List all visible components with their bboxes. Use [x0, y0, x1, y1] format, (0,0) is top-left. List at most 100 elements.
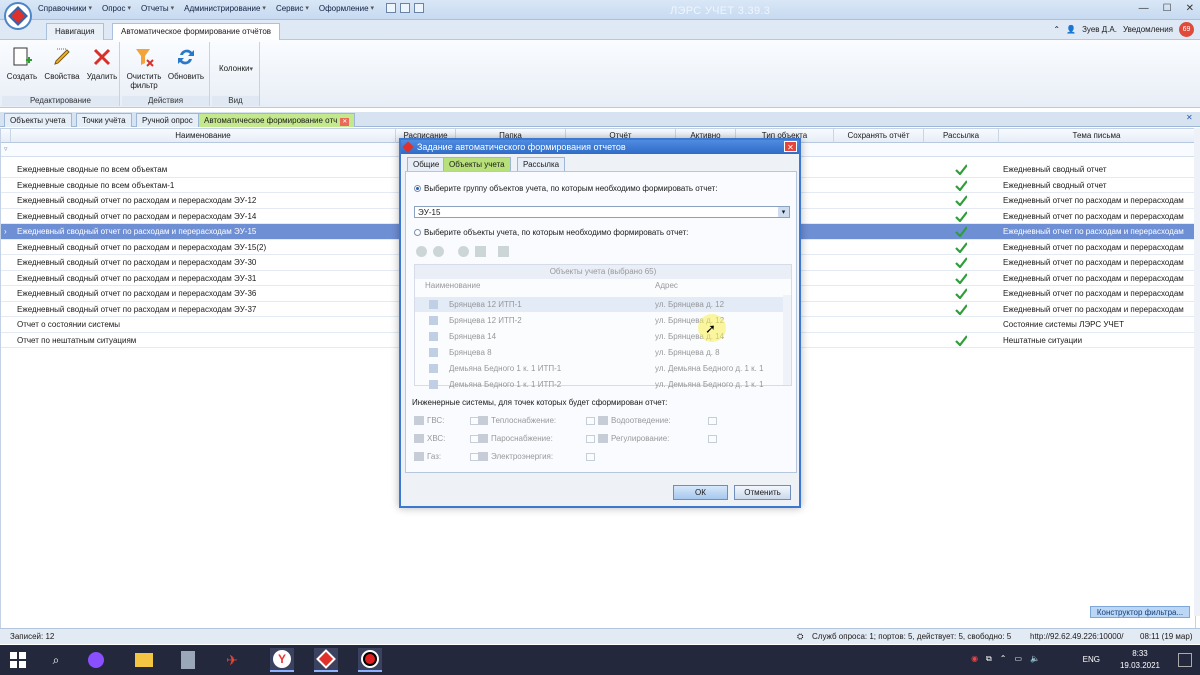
columns-button[interactable]: Колонки: [214, 64, 258, 74]
tab-objects[interactable]: Объекты учета: [4, 113, 72, 127]
delete-button[interactable]: Удалить: [82, 46, 122, 81]
notifications-label[interactable]: Уведомления: [1123, 25, 1173, 34]
print-icon[interactable]: [400, 3, 411, 13]
windows-start-icon[interactable]: [6, 648, 30, 672]
dialog-tab-general[interactable]: Общие: [407, 157, 446, 171]
add-icon[interactable]: [416, 246, 427, 257]
record-icon[interactable]: [358, 648, 382, 672]
menu-item[interactable]: Справочники: [38, 3, 92, 13]
eng-system-item[interactable]: ХВС:: [414, 434, 479, 443]
select-icon[interactable]: [458, 246, 469, 257]
language-indicator[interactable]: ENG: [1083, 655, 1100, 664]
objects-scrollbar[interactable]: [783, 295, 791, 385]
volume-icon[interactable]: 🔈: [1030, 654, 1040, 664]
eng-system-item[interactable]: Газ:: [414, 452, 479, 461]
recording-tray-icon[interactable]: ◉: [971, 654, 978, 664]
objects-col-address[interactable]: Адрес: [655, 281, 775, 290]
dialog-tab-objects[interactable]: Объекты учета: [443, 157, 511, 171]
system-checkbox[interactable]: [708, 434, 717, 443]
alice-icon[interactable]: [84, 648, 108, 672]
clear-filter-label: Очистить фильтр: [126, 72, 162, 90]
network-icon[interactable]: ▭: [1014, 654, 1022, 664]
notifications-badge[interactable]: 69: [1179, 22, 1194, 37]
status-bar: Записей: 12 ⛭ Служб опроса: 1; портов: 5…: [0, 628, 1200, 644]
close-tab-icon[interactable]: ✕: [340, 118, 350, 126]
eng-system-item[interactable]: Пароснабжение:: [478, 434, 595, 443]
list-item[interactable]: Брянцева 12 ИТП-2 ул. Брянцева д. 12: [415, 313, 783, 328]
eng-system-item[interactable]: ГВС:: [414, 416, 479, 425]
remove-icon[interactable]: [433, 246, 444, 257]
col-header[interactable]: Рассылка: [924, 129, 999, 143]
group-select[interactable]: ЭУ-15 ▾: [414, 206, 790, 218]
save-icon[interactable]: [386, 3, 397, 13]
eng-system-item[interactable]: Водоотведение:: [598, 416, 717, 425]
system-checkbox[interactable]: [586, 434, 595, 443]
menu-item[interactable]: Сервис: [276, 3, 309, 13]
maximize-icon[interactable]: ☐: [1163, 3, 1172, 14]
server-address: http://92.62.49.226:10000/: [1030, 632, 1124, 641]
tab-auto-report[interactable]: Автоматическое формирование отч ✕: [198, 113, 356, 127]
list-item[interactable]: Демьяна Бедного 1 к. 1 ИТП-2 ул. Демьяна …: [415, 377, 783, 392]
clear-filter-button[interactable]: Очистить фильтр: [124, 46, 164, 90]
list-item[interactable]: Брянцева 8 ул. Брянцева д. 8: [415, 345, 783, 360]
tray-expand-icon[interactable]: ⌃: [1000, 654, 1007, 664]
app-logo-icon[interactable]: [4, 2, 32, 30]
expand-icon[interactable]: ⌃: [1053, 25, 1060, 34]
tab-manual-poll[interactable]: Ручной опрос: [136, 113, 199, 127]
radio-objects[interactable]: [414, 229, 421, 237]
properties-button[interactable]: Свойства: [42, 46, 82, 81]
export-icon[interactable]: [414, 3, 425, 13]
list-item[interactable]: Демьяна Бедного 1 к. 1 ИТП-1 ул. Демьяна …: [415, 361, 783, 376]
radio-objects-option[interactable]: Выберите объекты учета, по которым необх…: [414, 228, 688, 237]
tray-icon[interactable]: ⧉: [986, 654, 992, 664]
search-icon[interactable]: ⌕: [44, 648, 68, 672]
tab-auto-reports[interactable]: Автоматическое формирование отчётов: [112, 23, 281, 40]
menu-item[interactable]: Отчеты: [141, 3, 174, 13]
lers-app-icon[interactable]: [314, 648, 338, 672]
refresh-button[interactable]: Обновить: [166, 46, 206, 81]
chevron-down-icon[interactable]: ▾: [778, 207, 789, 217]
file-explorer-icon[interactable]: [132, 648, 156, 672]
eraser-icon[interactable]: [475, 246, 486, 257]
eng-system-item[interactable]: Электроэнергия:: [478, 452, 595, 461]
system-checkbox[interactable]: [708, 416, 717, 425]
list-item[interactable]: Брянцева 14 ул. Брянцева д. 14: [415, 329, 783, 344]
objects-col-name[interactable]: Наименование: [425, 281, 655, 290]
grid-scrollbar[interactable]: [1194, 128, 1200, 616]
radio-group[interactable]: [414, 185, 421, 193]
notifications-center-icon[interactable]: [1178, 653, 1192, 667]
eng-system-item[interactable]: Регулирование:: [598, 434, 717, 443]
create-button[interactable]: Создать: [2, 46, 42, 81]
list-item[interactable]: Брянцева 12 ИТП-1 ул. Брянцева д. 12: [415, 297, 783, 312]
filter-constructor-button[interactable]: Конструктор фильтра...: [1090, 606, 1190, 618]
col-header[interactable]: Тема письма: [999, 129, 1195, 143]
close-all-icon[interactable]: ✕: [1186, 113, 1196, 125]
tab-points[interactable]: Точки учёта: [76, 113, 132, 127]
close-icon[interactable]: ✕: [1186, 3, 1194, 14]
row-subject: Ежедневный сводный отчет: [1003, 165, 1107, 174]
calculator-icon[interactable]: [176, 648, 200, 672]
dialog-tab-mailing[interactable]: Рассылка: [517, 157, 566, 171]
menu-item[interactable]: Опрос: [102, 3, 131, 13]
yandex-browser-icon[interactable]: Y: [270, 648, 294, 672]
tab-navigation[interactable]: Навигация: [46, 23, 104, 40]
eng-system-item[interactable]: Теплоснабжение:: [478, 416, 595, 425]
menu-item[interactable]: Администрирование: [184, 3, 266, 13]
app-icon[interactable]: ✈: [220, 648, 244, 672]
radio-group-option[interactable]: Выберите группу объектов учета, по котор…: [414, 184, 717, 193]
row-subject: Ежедневный сводный отчет: [1003, 180, 1107, 190]
ok-button[interactable]: ОК: [673, 485, 728, 500]
menu-item[interactable]: Оформление: [319, 3, 374, 13]
user-name[interactable]: Зуев Д.А.: [1082, 25, 1117, 34]
col-header[interactable]: Сохранять отчёт: [834, 129, 924, 143]
system-checkbox[interactable]: [586, 416, 595, 425]
filter-icon[interactable]: [498, 246, 509, 257]
cancel-button[interactable]: Отменить: [734, 485, 791, 500]
system-checkbox[interactable]: [586, 452, 595, 461]
dialog-close-icon[interactable]: ✕: [784, 141, 797, 152]
minimize-icon[interactable]: —: [1139, 3, 1149, 14]
clock[interactable]: 8:33 19.03.2021: [1120, 648, 1160, 672]
object-name: Брянцева 12 ИТП-1: [449, 300, 522, 309]
col-header[interactable]: Наименование: [11, 129, 396, 143]
document-tabs: Объекты учета Точки учёта Ручной опрос А…: [0, 112, 1200, 127]
